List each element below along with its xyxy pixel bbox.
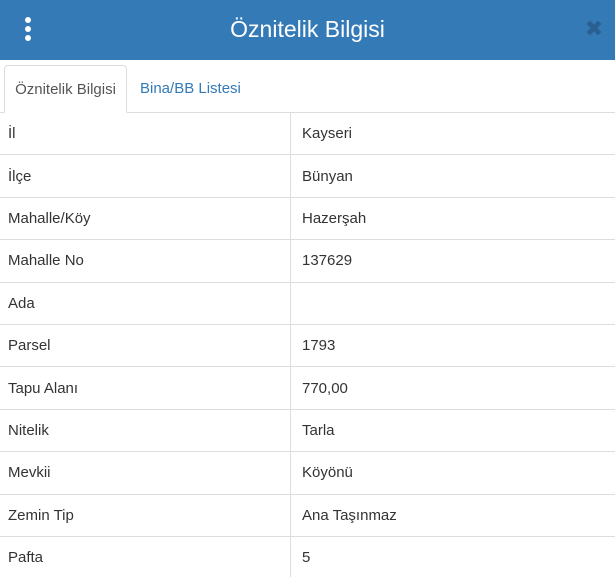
tab-bar: Öznitelik Bilgisi Bina/BB Listesi xyxy=(0,60,615,113)
table-row: Mevkii Köyönü xyxy=(0,452,615,495)
table-row: İl Kayseri xyxy=(0,113,615,156)
attribute-label: Nitelik xyxy=(0,409,291,452)
attribute-value: 770,00 xyxy=(302,379,348,397)
attribute-label: Mahalle/Köy xyxy=(0,197,291,240)
attribute-label: Parsel xyxy=(0,324,291,367)
attribute-value: 5 xyxy=(302,549,311,567)
attribute-label: Mevkii xyxy=(0,452,291,494)
tab-building-list[interactable]: Bina/BB Listesi xyxy=(140,65,241,113)
table-row: Ada xyxy=(0,282,615,325)
table-row: Nitelik Tarla xyxy=(0,409,615,453)
close-icon[interactable]: ✖ xyxy=(583,17,605,41)
attribute-value: Bünyan xyxy=(302,167,353,185)
attribute-label: Tapu Alanı xyxy=(0,367,291,409)
table-row: Zemin Tip Ana Taşınmaz xyxy=(0,494,615,537)
attribute-label: İlçe xyxy=(0,155,291,197)
panel-header: Öznitelik Bilgisi ✖ xyxy=(0,0,615,60)
panel-title: Öznitelik Bilgisi xyxy=(230,16,385,42)
attribute-value: Köyönü xyxy=(302,464,353,482)
attribute-value: Ana Taşınmaz xyxy=(302,506,397,524)
table-row: Pafta 5 xyxy=(0,536,615,577)
attribute-label: Zemin Tip xyxy=(0,494,291,536)
tab-attribute-info[interactable]: Öznitelik Bilgisi xyxy=(4,65,127,113)
attribute-value: 137629 xyxy=(302,252,353,270)
attribute-label: Mahalle No xyxy=(0,240,291,282)
attribute-label: İl xyxy=(0,113,291,155)
table-row: Tapu Alanı 770,00 xyxy=(0,367,615,410)
attribute-table: İl Kayseri İlçe Bünyan Mahalle/Köy Hazer… xyxy=(0,113,615,577)
table-row: İlçe Bünyan xyxy=(0,155,615,198)
attribute-value: Kayseri xyxy=(302,125,353,143)
table-row: Mahalle No 137629 xyxy=(0,240,615,283)
attribute-value: 1793 xyxy=(302,337,336,355)
table-row: Mahalle/Köy Hazerşah xyxy=(0,197,615,241)
attribute-value xyxy=(291,283,615,324)
attribute-label: Pafta xyxy=(0,536,291,577)
attribute-label: Ada xyxy=(0,282,291,324)
attribute-value: Hazerşah xyxy=(302,209,367,227)
table-row: Parsel 1793 xyxy=(0,324,615,368)
attribute-info-panel: Öznitelik Bilgisi ✖ Öznitelik Bilgisi Bi… xyxy=(0,0,615,577)
attribute-value: Tarla xyxy=(302,421,335,439)
